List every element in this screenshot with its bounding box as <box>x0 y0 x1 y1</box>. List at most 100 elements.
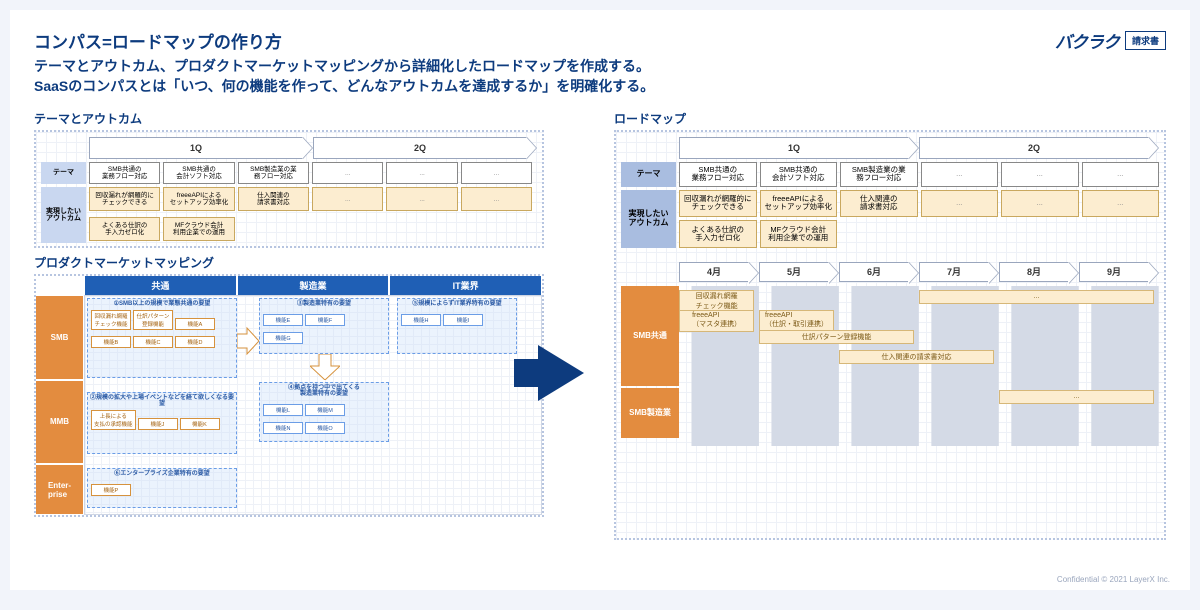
month-chevron: 7月 <box>919 262 989 282</box>
quarter-chevron: 1Q <box>89 137 303 159</box>
feature-tag: 上長による 支払の承認機能 <box>91 410 136 430</box>
month-chevron: 9月 <box>1079 262 1149 282</box>
theme-label: テーマ <box>41 162 86 184</box>
gantt-lane-label: SMB共通 <box>621 286 679 386</box>
quarter-chevron: 1Q <box>679 137 909 159</box>
gantt-bar: ... <box>999 390 1154 404</box>
theme-cell: ... <box>461 162 532 184</box>
gantt-bar: freeeAPI （マスタ連携） <box>679 310 754 332</box>
outcome-cell: 仕入関連の 請求書対応 <box>840 190 918 218</box>
feature-tag: 機能E <box>263 314 303 326</box>
pmm: プロダクトマーケットマッピング 共通製造業IT業界 SMBMMBEnter- p… <box>34 254 544 517</box>
outcome-cell: よくある仕訳の 手入力ゼロ化 <box>89 217 160 241</box>
lead-2: SaaSのコンパスとは「いつ、何の機能を作って、どんなアウトカムを達成するか」を… <box>34 77 1166 97</box>
theme-cell: SMB共通の 業務フロー対応 <box>679 162 757 187</box>
gantt-bar: ... <box>919 290 1154 304</box>
arrow-right-icon <box>237 326 259 356</box>
pmm-matrix: ①SMB以上の規模で業態共通の要望 回収漏れ網羅 チェック機能仕訳パターン 登録… <box>84 295 542 515</box>
theme-cell: ... <box>386 162 457 184</box>
pmm-row-header: Enter- prise <box>36 465 83 514</box>
theme-cell: SMB共通の 会計ソフト対応 <box>760 162 838 187</box>
month-chevron: 8月 <box>999 262 1069 282</box>
theme-cell: SMB製造業の業 務フロー対応 <box>840 162 918 187</box>
pmm-row-header: SMB <box>36 296 83 378</box>
outcome-cell: MFクラウド会計 利用企業での運用 <box>163 217 234 241</box>
feature-tag: 機能D <box>175 336 215 348</box>
outcome-label: 実現したい アウトカム <box>41 187 86 243</box>
gantt-bar: 仕入関連の請求書対応 <box>839 350 994 364</box>
outcome-cell: ... <box>461 187 532 211</box>
quarter-chevron: 2Q <box>919 137 1149 159</box>
theme-cell: ... <box>1082 162 1160 187</box>
page-title: コンパス=ロードマップの作り方 <box>34 28 1166 53</box>
theme-cell: SMB共通の 業務フロー対応 <box>89 162 160 184</box>
theme-outcome-panel: 1Q 2Q テーマ SMB共通の 業務フロー対応SMB共通の 会計ソフト対応SM… <box>34 130 544 248</box>
pmm-group-1: ①SMB以上の規模で業態共通の要望 回収漏れ網羅 チェック機能仕訳パターン 登録… <box>87 298 237 378</box>
pmm-group-5: ⑤規模によらずIT業界特有の要望 機能H機能I <box>397 298 517 354</box>
outcome-cell: 仕入関連の 請求書対応 <box>238 187 309 211</box>
feature-tag: 機能J <box>138 418 178 430</box>
brand: バクラク 請求書 <box>1055 28 1166 53</box>
outcome-cell: MFクラウド会計 利用企業での運用 <box>760 220 838 248</box>
pmm-col-header: 製造業 <box>238 276 389 295</box>
feature-tag: 機能N <box>263 422 303 434</box>
brand-logo: バクラク <box>1055 28 1119 53</box>
pmm-group-2: ②規模の拡大や上場イベントなどを経て欲しくなる要望 上長による 支払の承認機能機… <box>87 392 237 454</box>
outcome-label: 実現したい アウトカム <box>621 190 676 248</box>
outcome-cell: freeeAPIによる セットアップ効率化 <box>760 190 838 218</box>
outcome-cell: ... <box>1082 190 1160 218</box>
feature-tag: 機能K <box>180 418 220 430</box>
gantt-bar: 仕訳パターン登録機能 <box>759 330 914 344</box>
slide: バクラク 請求書 コンパス=ロードマップの作り方 テーマとアウトカム、プロダクト… <box>10 10 1190 590</box>
month-chevron: 5月 <box>759 262 829 282</box>
feature-tag: 仕訳パターン 登録機能 <box>133 310 173 330</box>
feature-tag: 機能A <box>175 318 215 330</box>
right-column: ロードマップ 1Q 2Q テーマ SMB共通の 業務フロー対応SMB共通の 会計… <box>614 106 1166 540</box>
outcome-cell: よくある仕訳の 手入力ゼロ化 <box>679 220 757 248</box>
theme-cell: SMB製造業の業 務フロー対応 <box>238 162 309 184</box>
lead-1: テーマとアウトカム、プロダクトマーケットマッピングから詳細化したロードマップを作… <box>34 57 1166 77</box>
quarter-chevron: 2Q <box>313 137 527 159</box>
outcome-cell: ... <box>312 187 383 211</box>
footer: Confidential © 2021 LayerX Inc. <box>1057 575 1170 584</box>
feature-tag: 回収漏れ網羅 チェック機能 <box>91 310 131 330</box>
gantt-bar: freeeAPI （仕訳・取引連携） <box>759 310 834 332</box>
theme-cell: ... <box>1001 162 1079 187</box>
feature-tag: 機能C <box>133 336 173 348</box>
theme-cell: ... <box>921 162 999 187</box>
arrow-down-icon <box>310 354 340 380</box>
theme-cell: ... <box>312 162 383 184</box>
month-chevron: 6月 <box>839 262 909 282</box>
outcome-cell: ... <box>921 190 999 218</box>
outcome-cell: 回収漏れが網羅的に チェックできる <box>89 187 160 211</box>
pmm-row-header: MMB <box>36 381 83 463</box>
pmm-group-6: ⑥エンタープライズ企業特有の要望 機能P <box>87 468 237 508</box>
month-chevron: 4月 <box>679 262 749 282</box>
outcome-cell: freeeAPIによる セットアップ効率化 <box>163 187 234 211</box>
feature-tag: 機能M <box>305 404 345 416</box>
outcome-cell: 回収漏れが網羅的に チェックできる <box>679 190 757 218</box>
outcome-cell: ... <box>1001 190 1079 218</box>
pmm-col-header: IT業界 <box>390 276 541 295</box>
gantt-area: 回収漏れ網羅 チェック機能... freeeAPI （マスタ連携）freeeAPI… <box>679 286 1159 446</box>
theme-label: テーマ <box>621 162 676 187</box>
feature-tag: 機能F <box>305 314 345 326</box>
pmm-col-header: 共通 <box>85 276 236 295</box>
feature-tag: 機能O <box>305 422 345 434</box>
pmm-group-3: ③製造業特有の要望 機能E機能F機能G <box>259 298 389 354</box>
roadmap-panel: 1Q 2Q テーマ SMB共通の 業務フロー対応SMB共通の 会計ソフト対応SM… <box>614 130 1166 540</box>
feature-tag: 機能G <box>263 332 303 344</box>
left-column: テーマとアウトカム 1Q 2Q テーマ SMB共通の 業務フロー対応SMB共通の… <box>34 106 544 540</box>
theme-outcome-title: テーマとアウトカム <box>34 110 544 127</box>
theme-cell: SMB共通の 会計ソフト対応 <box>163 162 234 184</box>
pmm-group-4: ④拠点を持つ中で出てくる 製造業特有の要望 機能L機能M機能N機能O <box>259 382 389 442</box>
outcome-cell: ... <box>386 187 457 211</box>
feature-tag: 機能L <box>263 404 303 416</box>
feature-tag: 機能H <box>401 314 441 326</box>
brand-badge: 請求書 <box>1125 31 1166 50</box>
feature-tag: 機能I <box>443 314 483 326</box>
big-arrow-icon <box>538 345 584 401</box>
feature-tag: 機能B <box>91 336 131 348</box>
gantt-bar: 回収漏れ網羅 チェック機能 <box>679 290 754 312</box>
pmm-title: プロダクトマーケットマッピング <box>34 254 544 271</box>
